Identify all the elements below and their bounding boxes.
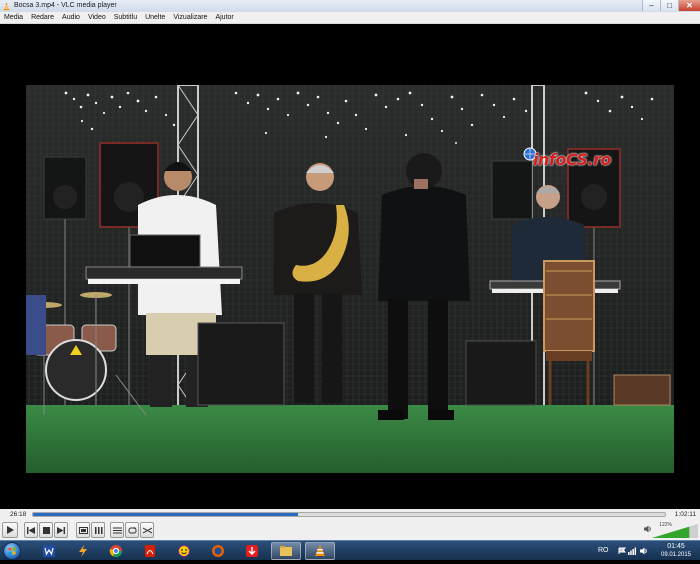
title-bar: Bocsa 3.mp4 - VLC media player – □ ✕ xyxy=(0,0,700,12)
stop-button[interactable] xyxy=(39,522,53,538)
stop-icon xyxy=(42,526,50,534)
language-indicator[interactable]: RO xyxy=(598,547,609,554)
guitar-amp xyxy=(197,322,285,406)
playback-controls: 122% xyxy=(0,521,700,540)
shuffle-icon xyxy=(142,527,152,533)
firefox-icon xyxy=(212,545,224,557)
menu-subtitlu[interactable]: Subtitlu xyxy=(110,12,141,24)
seek-slider[interactable] xyxy=(32,512,666,517)
blue-chair xyxy=(26,295,46,355)
seek-progress-fill xyxy=(33,513,299,516)
menu-vizualizare[interactable]: Vizualizare xyxy=(169,12,211,24)
menu-audio[interactable]: Audio xyxy=(58,12,84,24)
volume-tray-icon[interactable] xyxy=(640,547,648,555)
word-icon xyxy=(43,545,55,557)
chrome-icon xyxy=(109,545,122,558)
loop-icon xyxy=(128,526,136,533)
next-button[interactable] xyxy=(54,522,68,538)
taskbar-file-manager[interactable] xyxy=(271,542,301,560)
fullscreen-icon xyxy=(78,526,88,534)
network-tray-icon[interactable] xyxy=(628,547,636,555)
next-icon xyxy=(57,526,65,534)
volume-level-fill xyxy=(652,526,690,538)
windows-logo-icon xyxy=(8,547,16,555)
menu-media[interactable]: Media xyxy=(0,12,27,24)
windows-taskbar: RO 01:45 09.01.2015 xyxy=(0,540,700,560)
playlist-icon xyxy=(112,527,122,533)
extended-settings-button[interactable] xyxy=(91,522,105,538)
concert-stage-scene xyxy=(26,85,674,473)
video-area[interactable]: infoCS.ro xyxy=(0,24,700,509)
minimize-button[interactable]: – xyxy=(642,0,660,11)
taskbar-chrome[interactable] xyxy=(101,542,131,560)
menu-unelte[interactable]: Unelte xyxy=(141,12,169,24)
total-time: 1:02:11 xyxy=(674,511,696,518)
video-frame[interactable] xyxy=(26,85,674,473)
clock-date: 09.01.2015 xyxy=(660,552,692,558)
clock-time: 01:45 xyxy=(667,543,685,550)
acrobat-reader-icon xyxy=(145,545,155,557)
window-title: Bocsa 3.mp4 - VLC media player xyxy=(14,2,117,9)
play-button[interactable] xyxy=(2,522,18,538)
flag-tray-icon[interactable] xyxy=(618,547,626,555)
download-icon xyxy=(246,545,258,557)
volume-slider[interactable] xyxy=(652,524,698,538)
taskbar-download-manager[interactable] xyxy=(237,542,267,560)
seek-bar: 26:18 1:02:11 xyxy=(0,509,700,521)
taskbar-messenger[interactable] xyxy=(169,542,199,560)
window-controls: – □ ✕ xyxy=(642,0,700,12)
menu-ajutor[interactable]: Ajutor xyxy=(211,12,237,24)
fullscreen-button[interactable] xyxy=(76,522,90,538)
shuffle-button[interactable] xyxy=(140,522,154,538)
play-icon xyxy=(7,526,14,534)
folder-icon xyxy=(280,546,292,556)
taskbar-clock[interactable]: 01:45 09.01.2015 xyxy=(654,542,698,559)
stage-monitor xyxy=(465,340,537,406)
taskbar-vlc[interactable] xyxy=(305,542,335,560)
vlc-icon xyxy=(315,545,325,556)
menu-bar: Media Redare Audio Video Subtitlu Unelte… xyxy=(0,12,700,24)
equalizer-icon xyxy=(94,526,102,534)
previous-icon xyxy=(27,526,35,534)
watermark-text: infoCS.ro xyxy=(533,150,611,169)
menu-redare[interactable]: Redare xyxy=(27,12,58,24)
close-button[interactable]: ✕ xyxy=(678,0,700,11)
vlc-window: Bocsa 3.mp4 - VLC media player – □ ✕ Med… xyxy=(0,0,700,560)
taskbar-winamp[interactable] xyxy=(68,542,98,560)
taskbar-firefox[interactable] xyxy=(203,542,233,560)
stage-floor xyxy=(26,405,674,473)
messenger-icon xyxy=(178,545,190,557)
start-button[interactable] xyxy=(3,542,21,560)
loop-button[interactable] xyxy=(125,522,139,538)
playlist-button[interactable] xyxy=(110,522,124,538)
taskbar-acrobat[interactable] xyxy=(135,542,165,560)
menu-video[interactable]: Video xyxy=(84,12,110,24)
vlc-cone-icon xyxy=(3,1,10,10)
winamp-icon xyxy=(79,545,87,557)
speaker-icon[interactable] xyxy=(644,525,652,533)
previous-button[interactable] xyxy=(24,522,38,538)
taskbar-word[interactable] xyxy=(34,542,64,560)
elapsed-time: 26:18 xyxy=(10,511,27,518)
maximize-button[interactable]: □ xyxy=(660,0,678,11)
